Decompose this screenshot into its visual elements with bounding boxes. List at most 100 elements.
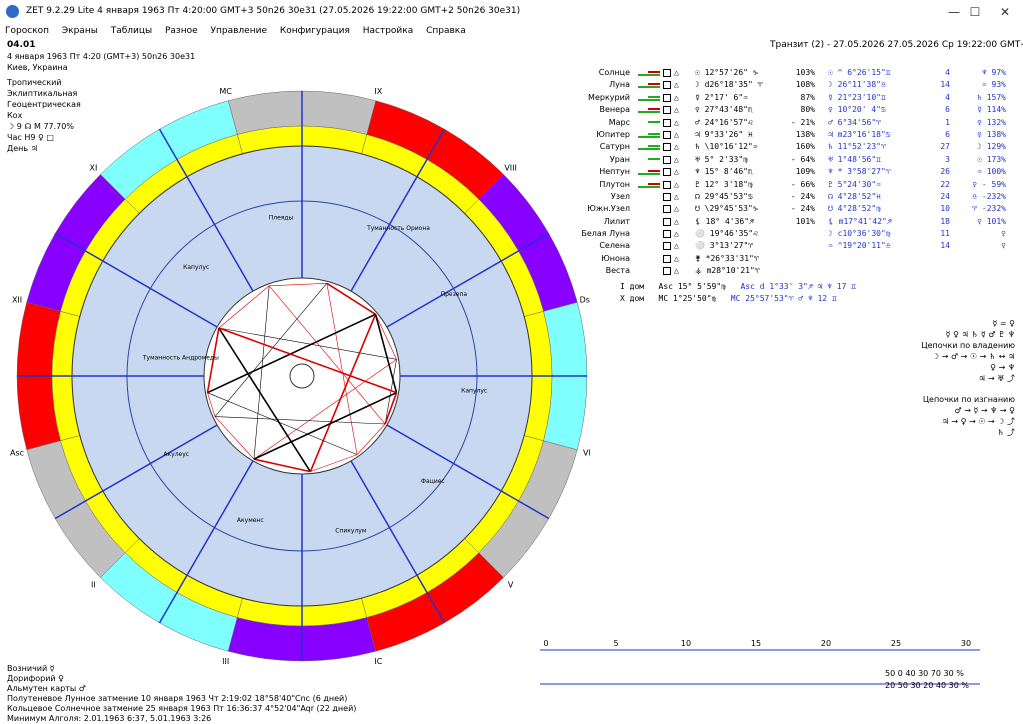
transit-position: ☊ 4°28'52"♓ [828, 191, 881, 201]
planet-name: Луна [609, 80, 630, 90]
planet-name: Юпитер [596, 129, 630, 139]
triangle-icon: △ [674, 204, 679, 214]
scale-tick-label: 10 [681, 639, 691, 648]
menu-settings[interactable]: Настройка [363, 24, 414, 38]
planet-percent: 109% [795, 167, 815, 177]
planet-strength-bars [632, 95, 660, 102]
planet-strength-bars [632, 83, 660, 89]
scale-tick-label: 25 [891, 639, 901, 648]
planet-percent: 160% [795, 142, 815, 152]
transit-house: 14 [940, 241, 950, 251]
chain-line: ♄ ⤴ [997, 428, 1015, 437]
triangle-icon: △ [674, 229, 679, 239]
chain-line: ♃ → ♅ ⤴ [978, 374, 1015, 383]
planet-strength-bars [632, 132, 660, 139]
transit-percent: ♒ 100% [977, 167, 1006, 177]
star-label: Плеяды [269, 214, 294, 221]
menu-misc[interactable]: Разное [165, 24, 198, 38]
planet-name: Марс [608, 117, 630, 127]
house-label: XII [12, 296, 22, 305]
triangle-icon: △ [674, 191, 679, 201]
transit-percent: ♀ 132% [977, 117, 1006, 127]
planet-position: ⚪ 19°46'35"♌ [695, 229, 758, 239]
house-label: Asc [10, 448, 24, 457]
app-icon [6, 5, 19, 18]
planet-position: ♆ 15° 8'46"♏ [695, 167, 753, 177]
close-button[interactable]: ✕ [982, 0, 1023, 24]
triangle-icon: △ [674, 167, 679, 177]
star-label: Презепа [441, 291, 468, 298]
transit-percent: ♀ 138% [977, 129, 1006, 139]
planet-name: Лилит [603, 216, 630, 226]
star-label: Спикулум [335, 528, 366, 535]
horoscope-wheel[interactable]: AscIIIIIICVVIDscVIIIIXMCXIXIIПрезепаТума… [0, 80, 590, 665]
planet-strength-bars [632, 232, 660, 238]
scale-tick-label: 0 [543, 639, 548, 648]
transit-house: 4 [945, 68, 950, 77]
planet-position: ⚸ 18° 4'36"♐ [695, 216, 754, 226]
triangle-icon: △ [674, 92, 679, 102]
house-label: VI [583, 448, 590, 457]
house-transit: MC 25°57'53"♈ ♂ ♆ 12 ♊ [730, 294, 837, 303]
transit-percent: ☉ 173% [977, 154, 1006, 164]
house-label: V [508, 581, 514, 590]
menu-control[interactable]: Управление [211, 24, 267, 38]
modality-grid: 50 0 40 30 70 30 % 20 50 30 20 40 30 % [885, 668, 969, 692]
transit-percent: ♒ 93% [981, 80, 1006, 90]
planet-percent: - 24% [790, 204, 815, 214]
house-label: IX [374, 87, 382, 96]
chain-line: ♀ → ♆ [990, 363, 1015, 372]
house-label: MC [219, 87, 232, 96]
bottom-line: Альмутен карты ♂ [7, 684, 86, 693]
planet-strength-bars [632, 195, 660, 201]
chains-panel: ☿ = ♀ ☿ ♀ ♃ ♄ ☿ ♂ ♇ ♆ Цепочки по владени… [880, 318, 1015, 438]
bottom-info: Возничий ☿ Дорифорий ♀ Альмутен карты ♂ … [7, 664, 356, 724]
transit-header: Транзит (2) - 27.05.2026 27.05.2026 Ср 1… [770, 40, 1023, 50]
star-label: Акулеус [163, 451, 189, 458]
menu-tables[interactable]: Таблицы [111, 24, 152, 38]
planet-box-icon [663, 81, 671, 90]
transit-percent: ♎ -232% [972, 191, 1006, 201]
info-line: 4 января 1963 Пт 4:20 (GMT+3) 50n26 30e3… [7, 52, 196, 61]
planet-name: Сатурн [599, 142, 630, 152]
menu-screens[interactable]: Экраны [62, 24, 98, 38]
star-label: Туманность Ориона [366, 225, 430, 232]
window-title: ZET 9.2.29 Lite 4 января 1963 Пт 4:20:00… [26, 6, 521, 16]
transit-position: ☿ 21°23'10"♊ [828, 92, 886, 102]
house-transit: Asc d 1°33' 3"♐ ♃ ♆ 17 ♊ [740, 282, 857, 291]
transit-house: 3 [945, 154, 950, 164]
chain-line: ♃ → ♀ → ☉ → ☽ ⤴ [941, 417, 1015, 426]
planet-box-icon [663, 93, 671, 102]
triangle-icon: △ [674, 154, 679, 164]
planet-box-icon [663, 143, 671, 152]
transit-house: 1 [945, 117, 950, 127]
menu-configuration[interactable]: Конфигурация [280, 24, 350, 38]
planet-box-icon [663, 180, 671, 189]
chain-line: ♂ → ☿ → ♆ → ♀ [954, 406, 1015, 415]
triangle-icon: △ [674, 142, 679, 152]
transit-house: 10 [940, 204, 950, 214]
info-line: Киев, Украина [7, 63, 68, 72]
title-bar: ZET 9.2.29 Lite 4 января 1963 Пт 4:20:00… [0, 0, 1023, 25]
planet-percent: 103% [795, 68, 815, 77]
triangle-icon: △ [674, 253, 679, 263]
planet-box-icon [663, 69, 671, 77]
planet-percent: - 24% [790, 191, 815, 201]
menu-horoscope[interactable]: Гороскоп [5, 24, 49, 38]
transit-percent: ♆ 97% [981, 68, 1006, 77]
transit-position: ☋ 4°28'52"♍ [828, 204, 881, 214]
planet-percent: - 21% [790, 117, 815, 127]
transit-position: ♒ ^19°20'11"♎ [828, 241, 891, 251]
triangle-icon: △ [674, 129, 679, 139]
houses-info: I дом Asc 15° 5'59"♍ Asc d 1°33' 3"♐ ♃ ♆… [620, 282, 856, 306]
house-value: Asc 15° 5'59"♍ [658, 282, 726, 291]
triangle-icon: △ [674, 117, 679, 127]
planet-strength-bars [632, 220, 660, 226]
house-label: I дом [620, 282, 645, 291]
transit-position: ☽ 26°11'38"♎ [828, 80, 886, 90]
menu-help[interactable]: Справка [426, 24, 466, 38]
transit-percent: ☽ 129% [977, 142, 1006, 152]
house-label: XI [89, 163, 97, 172]
planet-position: ☉ 12°57'26" ♑ [695, 68, 758, 77]
transit-position: ♇ 5°24'30"♒ [828, 179, 881, 189]
